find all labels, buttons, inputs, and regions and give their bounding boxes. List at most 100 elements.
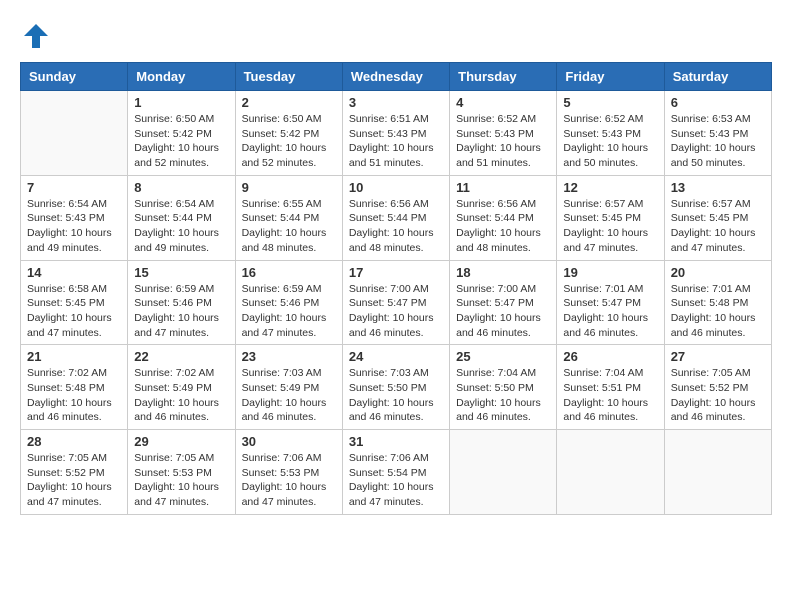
day-info: Sunrise: 7:03 AM Sunset: 5:50 PM Dayligh… — [349, 366, 443, 425]
calendar-cell: 9 Sunrise: 6:55 AM Sunset: 5:44 PM Daylig… — [235, 175, 342, 260]
day-number: 10 — [349, 180, 443, 195]
day-info: Sunrise: 6:57 AM Sunset: 5:45 PM Dayligh… — [671, 197, 765, 256]
calendar-cell: 22 Sunrise: 7:02 AM Sunset: 5:49 PM Dayli… — [128, 345, 235, 430]
day-number: 12 — [563, 180, 657, 195]
day-number: 6 — [671, 95, 765, 110]
calendar-cell: 15 Sunrise: 6:59 AM Sunset: 5:46 PM Dayli… — [128, 260, 235, 345]
day-number: 9 — [242, 180, 336, 195]
calendar-cell: 6 Sunrise: 6:53 AM Sunset: 5:43 PM Daylig… — [664, 91, 771, 176]
calendar-cell — [21, 91, 128, 176]
logo — [20, 20, 56, 52]
day-number: 27 — [671, 349, 765, 364]
day-number: 26 — [563, 349, 657, 364]
calendar-cell: 13 Sunrise: 6:57 AM Sunset: 5:45 PM Dayli… — [664, 175, 771, 260]
calendar-cell: 23Sunrise: 7:03 AM Sunset: 5:49 PM Dayli… — [235, 345, 342, 430]
day-info: Sunrise: 6:54 AM Sunset: 5:43 PM Dayligh… — [27, 197, 121, 256]
calendar-week-2: 7 Sunrise: 6:54 AM Sunset: 5:43 PM Daylig… — [21, 175, 772, 260]
day-number: 14 — [27, 265, 121, 280]
day-info: Sunrise: 7:00 AM Sunset: 5:47 PM Dayligh… — [349, 282, 443, 341]
calendar-cell: 7 Sunrise: 6:54 AM Sunset: 5:43 PM Daylig… — [21, 175, 128, 260]
calendar-cell: 5Sunrise: 6:52 AM Sunset: 5:43 PM Daylig… — [557, 91, 664, 176]
day-info: Sunrise: 6:56 AM Sunset: 5:44 PM Dayligh… — [456, 197, 550, 256]
day-number: 5 — [563, 95, 657, 110]
day-number: 19 — [563, 265, 657, 280]
calendar-week-5: 28 Sunrise: 7:05 AM Sunset: 5:52 PM Dayli… — [21, 430, 772, 515]
calendar-cell: 27 Sunrise: 7:05 AM Sunset: 5:52 PM Dayli… — [664, 345, 771, 430]
weekday-header-monday: Monday — [128, 63, 235, 91]
day-info: Sunrise: 7:05 AM Sunset: 5:53 PM Dayligh… — [134, 451, 228, 510]
day-info: Sunrise: 6:56 AM Sunset: 5:44 PM Dayligh… — [349, 197, 443, 256]
day-info: Sunrise: 7:03 AM Sunset: 5:49 PM Dayligh… — [242, 366, 336, 425]
day-number: 25 — [456, 349, 550, 364]
calendar-week-4: 21Sunrise: 7:02 AM Sunset: 5:48 PM Dayli… — [21, 345, 772, 430]
day-number: 30 — [242, 434, 336, 449]
day-info: Sunrise: 7:01 AM Sunset: 5:47 PM Dayligh… — [563, 282, 657, 341]
page-header — [20, 20, 772, 52]
calendar-cell: 21Sunrise: 7:02 AM Sunset: 5:48 PM Dayli… — [21, 345, 128, 430]
day-info: Sunrise: 6:54 AM Sunset: 5:44 PM Dayligh… — [134, 197, 228, 256]
calendar-cell: 19 Sunrise: 7:01 AM Sunset: 5:47 PM Dayli… — [557, 260, 664, 345]
day-info: Sunrise: 6:50 AM Sunset: 5:42 PM Dayligh… — [134, 112, 228, 171]
day-number: 8 — [134, 180, 228, 195]
weekday-header-wednesday: Wednesday — [342, 63, 449, 91]
weekday-header-row: SundayMondayTuesdayWednesdayThursdayFrid… — [21, 63, 772, 91]
day-number: 4 — [456, 95, 550, 110]
weekday-header-saturday: Saturday — [664, 63, 771, 91]
day-number: 22 — [134, 349, 228, 364]
calendar-cell: 26 Sunrise: 7:04 AM Sunset: 5:51 PM Dayli… — [557, 345, 664, 430]
calendar-cell: 29Sunrise: 7:05 AM Sunset: 5:53 PM Dayli… — [128, 430, 235, 515]
day-info: Sunrise: 7:02 AM Sunset: 5:49 PM Dayligh… — [134, 366, 228, 425]
day-info: Sunrise: 6:59 AM Sunset: 5:46 PM Dayligh… — [242, 282, 336, 341]
day-number: 21 — [27, 349, 121, 364]
day-info: Sunrise: 6:51 AM Sunset: 5:43 PM Dayligh… — [349, 112, 443, 171]
day-info: Sunrise: 7:04 AM Sunset: 5:51 PM Dayligh… — [563, 366, 657, 425]
day-number: 16 — [242, 265, 336, 280]
day-info: Sunrise: 6:53 AM Sunset: 5:43 PM Dayligh… — [671, 112, 765, 171]
calendar-cell: 1 Sunrise: 6:50 AM Sunset: 5:42 PM Daylig… — [128, 91, 235, 176]
day-number: 13 — [671, 180, 765, 195]
calendar-week-1: 1 Sunrise: 6:50 AM Sunset: 5:42 PM Daylig… — [21, 91, 772, 176]
weekday-header-tuesday: Tuesday — [235, 63, 342, 91]
day-number: 1 — [134, 95, 228, 110]
calendar-cell — [557, 430, 664, 515]
day-info: Sunrise: 7:04 AM Sunset: 5:50 PM Dayligh… — [456, 366, 550, 425]
calendar-cell: 11 Sunrise: 6:56 AM Sunset: 5:44 PM Dayli… — [450, 175, 557, 260]
calendar-cell: 2Sunrise: 6:50 AM Sunset: 5:42 PM Daylig… — [235, 91, 342, 176]
calendar-cell: 25 Sunrise: 7:04 AM Sunset: 5:50 PM Dayli… — [450, 345, 557, 430]
weekday-header-thursday: Thursday — [450, 63, 557, 91]
calendar-cell: 31Sunrise: 7:06 AM Sunset: 5:54 PM Dayli… — [342, 430, 449, 515]
day-number: 17 — [349, 265, 443, 280]
calendar-cell: 30 Sunrise: 7:06 AM Sunset: 5:53 PM Dayli… — [235, 430, 342, 515]
calendar-cell: 28 Sunrise: 7:05 AM Sunset: 5:52 PM Dayli… — [21, 430, 128, 515]
day-number: 28 — [27, 434, 121, 449]
day-info: Sunrise: 7:05 AM Sunset: 5:52 PM Dayligh… — [27, 451, 121, 510]
day-number: 20 — [671, 265, 765, 280]
calendar-cell: 12 Sunrise: 6:57 AM Sunset: 5:45 PM Dayli… — [557, 175, 664, 260]
logo-icon — [20, 20, 52, 52]
calendar-cell: 8 Sunrise: 6:54 AM Sunset: 5:44 PM Daylig… — [128, 175, 235, 260]
calendar-cell: 10 Sunrise: 6:56 AM Sunset: 5:44 PM Dayli… — [342, 175, 449, 260]
calendar-cell: 14 Sunrise: 6:58 AM Sunset: 5:45 PM Dayli… — [21, 260, 128, 345]
calendar-cell — [664, 430, 771, 515]
calendar-cell: 24Sunrise: 7:03 AM Sunset: 5:50 PM Dayli… — [342, 345, 449, 430]
calendar-cell: 4Sunrise: 6:52 AM Sunset: 5:43 PM Daylig… — [450, 91, 557, 176]
day-number: 7 — [27, 180, 121, 195]
calendar-cell: 3 Sunrise: 6:51 AM Sunset: 5:43 PM Daylig… — [342, 91, 449, 176]
weekday-header-sunday: Sunday — [21, 63, 128, 91]
day-info: Sunrise: 7:06 AM Sunset: 5:53 PM Dayligh… — [242, 451, 336, 510]
day-info: Sunrise: 6:59 AM Sunset: 5:46 PM Dayligh… — [134, 282, 228, 341]
day-info: Sunrise: 6:50 AM Sunset: 5:42 PM Dayligh… — [242, 112, 336, 171]
calendar-week-3: 14 Sunrise: 6:58 AM Sunset: 5:45 PM Dayli… — [21, 260, 772, 345]
day-info: Sunrise: 7:00 AM Sunset: 5:47 PM Dayligh… — [456, 282, 550, 341]
day-info: Sunrise: 6:57 AM Sunset: 5:45 PM Dayligh… — [563, 197, 657, 256]
day-number: 15 — [134, 265, 228, 280]
day-info: Sunrise: 6:55 AM Sunset: 5:44 PM Dayligh… — [242, 197, 336, 256]
calendar-cell — [450, 430, 557, 515]
day-number: 3 — [349, 95, 443, 110]
day-info: Sunrise: 7:05 AM Sunset: 5:52 PM Dayligh… — [671, 366, 765, 425]
day-number: 31 — [349, 434, 443, 449]
day-info: Sunrise: 6:58 AM Sunset: 5:45 PM Dayligh… — [27, 282, 121, 341]
day-number: 11 — [456, 180, 550, 195]
calendar-cell: 20Sunrise: 7:01 AM Sunset: 5:48 PM Dayli… — [664, 260, 771, 345]
calendar-table: SundayMondayTuesdayWednesdayThursdayFrid… — [20, 62, 772, 515]
